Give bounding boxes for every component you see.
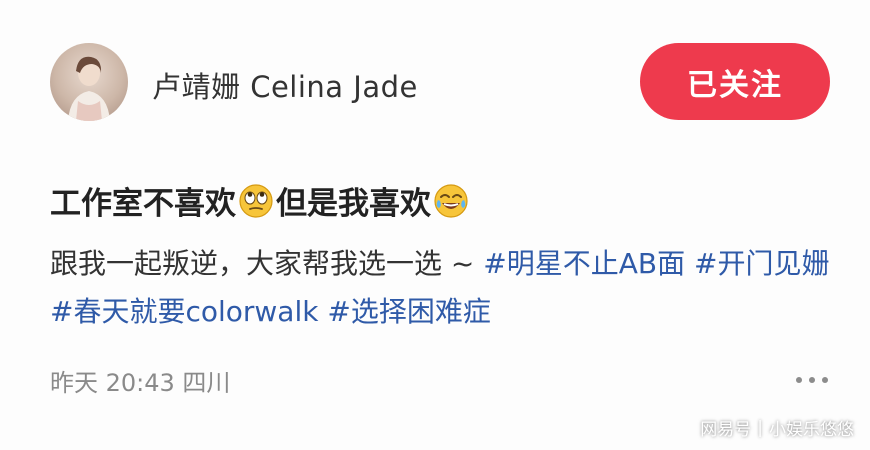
tears-of-joy-emoji-icon <box>434 183 468 218</box>
hashtag-link[interactable]: #春天就要colorwalk <box>50 295 318 328</box>
post-title: 工作室不喜欢 但是我喜欢 <box>50 178 471 223</box>
watermark-separator: | <box>757 417 763 438</box>
more-dots-icon[interactable] <box>796 370 828 390</box>
follow-button[interactable]: 已关注 <box>640 43 830 120</box>
post-title-part2: 但是我喜欢 <box>276 186 431 222</box>
hashtag-link[interactable]: #开门见姗 <box>694 247 829 280</box>
avatar-portrait-icon <box>68 56 110 121</box>
dot-icon <box>822 377 828 383</box>
post-timestamp: 昨天 20:43 四川 <box>50 369 231 397</box>
eye-roll-emoji-icon <box>239 183 273 218</box>
dot-icon <box>809 377 815 383</box>
username[interactable]: 卢靖姗 Celina Jade <box>152 64 418 106</box>
watermark-source: 网易号 <box>700 420 752 440</box>
hashtag-link[interactable]: #明星不止AB面 <box>483 247 685 280</box>
post-body-text: 跟我一起叛逆，大家帮我选一选 ~ <box>50 247 484 280</box>
dot-icon <box>796 377 802 383</box>
hashtag-link[interactable]: #选择困难症 <box>327 295 490 328</box>
post-title-part1: 工作室不喜欢 <box>50 186 236 222</box>
post-body: 跟我一起叛逆，大家帮我选一选 ~ #明星不止AB面 #开门见姗 #春天就要col… <box>50 240 840 336</box>
watermark-author: 小娱乐悠悠 <box>769 420 854 440</box>
post-card: 卢靖姗 Celina Jade 已关注 工作室不喜欢 但是我喜欢 跟我一起叛逆，… <box>0 0 870 450</box>
watermark: 网易号 | 小娱乐悠悠 <box>700 415 854 441</box>
avatar[interactable] <box>50 43 128 121</box>
